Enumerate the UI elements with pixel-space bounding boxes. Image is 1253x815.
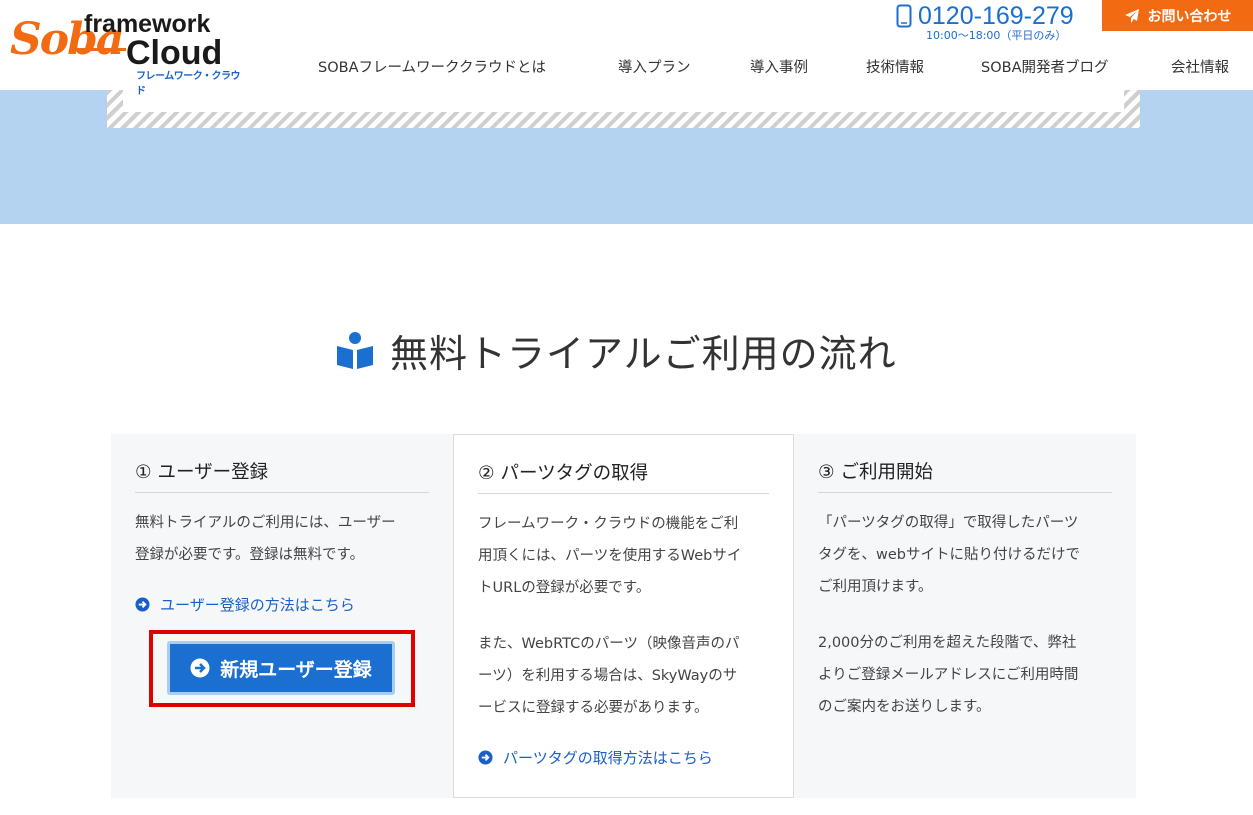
arrow-circle-right-icon <box>190 658 210 678</box>
step-2-line-5: ーツ）を利用する場合は、SkyWayのサ <box>478 668 738 684</box>
step-3-line-4: 2,000分のご利用を超えた段階で、弊社 <box>818 635 1077 651</box>
step-3-line-6: のご案内をお送りします。 <box>818 699 991 715</box>
parts-tag-help-link[interactable]: パーツタグの取得方法はこちら <box>478 747 713 768</box>
step-1-text: 無料トライアルのご利用には、ユーザー 登録が必要です。登録は無料です。 <box>135 507 429 571</box>
nav-item-plans[interactable]: 導入プラン <box>618 56 691 77</box>
nav-item-blog[interactable]: SOBA開発者ブログ <box>981 56 1108 77</box>
nav-item-tech[interactable]: 技術情報 <box>866 56 924 77</box>
arrow-circle-right-icon <box>478 750 493 765</box>
striped-frame-inner <box>123 90 1124 112</box>
step-2-line-3: トURLの登録が必要です。 <box>478 580 651 596</box>
open-book-reader-icon <box>337 332 373 369</box>
step-1-line-1: 無料トライアルのご利用には、ユーザー <box>135 515 396 531</box>
step-3-line-1: 「パーツタグの取得」で取得したパーツ <box>818 515 1079 531</box>
section-title: 無料トライアルご利用の流れ <box>390 331 897 376</box>
arrow-circle-right-icon <box>135 597 150 612</box>
step-card-3: ③ ご利用開始 「パーツタグの取得」で取得したパーツ タグを、webサイトに貼り… <box>794 434 1136 798</box>
parts-tag-help-link-label: パーツタグの取得方法はこちら <box>503 749 713 767</box>
step-3-title: ③ ご利用開始 <box>818 458 1112 493</box>
user-registration-help-link-label: ユーザー登録の方法はこちら <box>160 596 355 614</box>
step-card-1: ① ユーザー登録 無料トライアルのご利用には、ユーザー 登録が必要です。登録は無… <box>111 434 453 798</box>
smartphone-icon <box>896 4 912 28</box>
user-registration-help-link[interactable]: ユーザー登録の方法はこちら <box>135 594 355 615</box>
phone-contact[interactable]: 0120-169-279 10:00〜18:00（平日のみ） <box>894 2 1089 42</box>
step-3-line-3: ご利用頂けます。 <box>818 579 933 595</box>
site-header: Soba framework Cloud フレームワーク・クラウド 0120-1… <box>0 0 1253 97</box>
step-3-text: 「パーツタグの取得」で取得したパーツ タグを、webサイトに貼り付けるだけで ご… <box>818 507 1112 723</box>
contact-button[interactable]: お問い合わせ <box>1102 0 1253 31</box>
contact-button-label: お問い合わせ <box>1147 8 1232 25</box>
step-card-2: ② パーツタグの取得 フレームワーク・クラウドの機能をご利 用頂くには、パーツを… <box>453 434 794 798</box>
striped-frame <box>107 90 1140 128</box>
new-user-registration-button-label: 新規ユーザー登録 <box>220 658 372 681</box>
step-2-title: ② パーツタグの取得 <box>478 459 769 494</box>
new-user-registration-button[interactable]: 新規ユーザー登録 <box>167 641 395 695</box>
step-1-line-2: 登録が必要です。登録は無料です。 <box>135 547 365 563</box>
step-3-line-2: タグを、webサイトに貼り付けるだけで <box>818 547 1080 563</box>
main-nav: SOBAフレームワーククラウドとは 導入プラン 導入事例 技術情報 SOBA開発… <box>0 52 1253 82</box>
step-2-line-6: ービスに登録する必要があります。 <box>478 700 709 716</box>
step-2-line-1: フレームワーク・クラウドの機能をご利 <box>478 516 739 532</box>
phone-hours: 10:00〜18:00（平日のみ） <box>926 29 1067 42</box>
nav-item-about[interactable]: SOBAフレームワーククラウドとは <box>318 56 546 77</box>
step-3-line-5: よりご登録メールアドレスにご利用時間 <box>818 667 1079 683</box>
paper-plane-icon <box>1124 8 1139 23</box>
step-1-title: ① ユーザー登録 <box>135 458 429 493</box>
nav-item-company[interactable]: 会社情報 <box>1171 56 1229 77</box>
step-2-line-2: 用頂くには、パーツを使用するWebサイ <box>478 548 742 564</box>
step-2-text: フレームワーク・クラウドの機能をご利 用頂くには、パーツを使用するWebサイ ト… <box>478 508 769 724</box>
step-2-line-4: また、WebRTCのパーツ（映像音声のパ <box>478 636 740 652</box>
section-heading: 無料トライアルご利用の流れ <box>334 322 897 378</box>
logo-accent-bar <box>72 48 126 51</box>
nav-item-cases[interactable]: 導入事例 <box>750 56 808 77</box>
